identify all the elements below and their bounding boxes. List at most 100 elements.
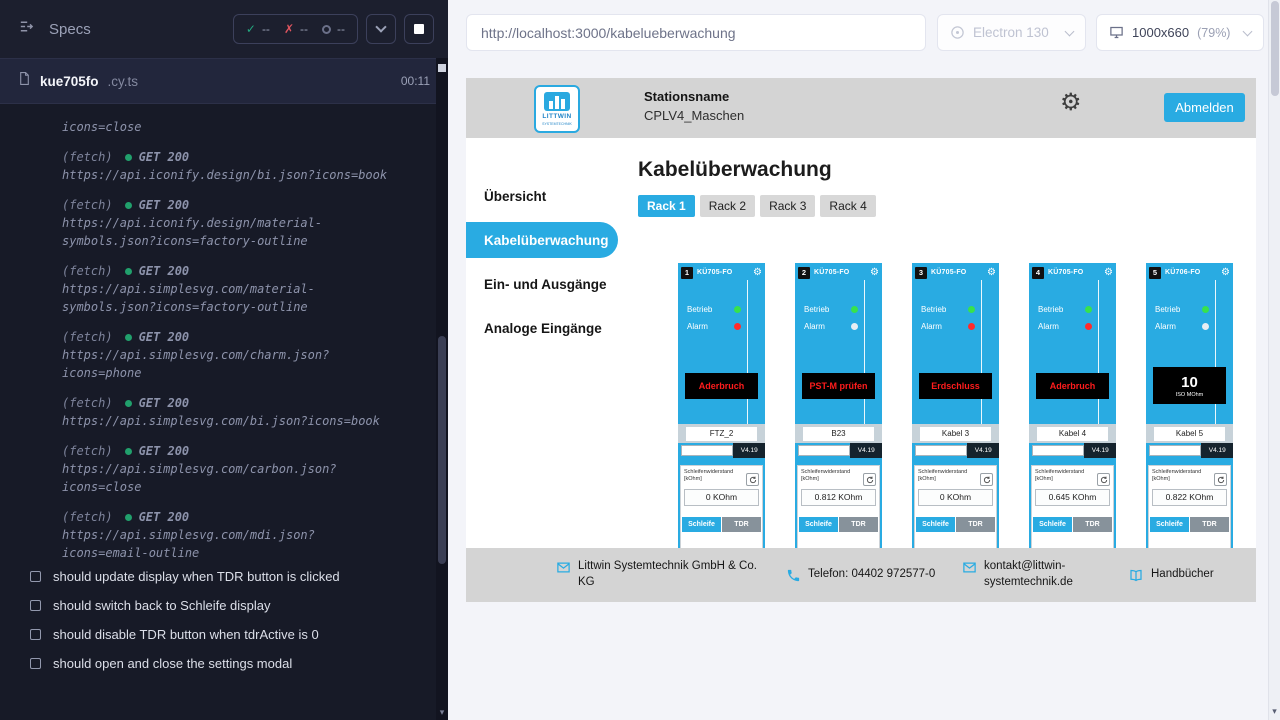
schleife-button[interactable]: Schleife (1150, 517, 1189, 532)
schleife-button[interactable]: Schleife (682, 517, 721, 532)
scroll-down-arrow[interactable]: ▾ (436, 707, 448, 718)
sidebar-item[interactable]: Kabelüberwachung (466, 222, 618, 258)
sidebar-item[interactable]: Übersicht (466, 174, 638, 218)
test-item[interactable]: should disable TDR button when tdrActive… (0, 620, 436, 649)
log-entry[interactable]: (fetch)GET 200 https://api.simplesvg.com… (62, 442, 436, 496)
refresh-button[interactable] (1214, 473, 1227, 486)
sidebar-item-label: Übersicht (484, 189, 546, 204)
viewport-select[interactable]: 1000x660 (79%) (1096, 14, 1264, 51)
alarm-label: Alarm (1155, 322, 1176, 331)
window-scrollbar-thumb[interactable] (1271, 1, 1279, 96)
test-list: should update display when TDR button is… (0, 562, 436, 678)
spec-name[interactable]: kue705fo (40, 74, 99, 89)
card-header: 3 KÜ705-FO ⚙ (912, 263, 999, 280)
status-ok-dot (125, 448, 132, 455)
test-item[interactable]: should open and close the settings modal (0, 649, 436, 678)
scroll-top-button[interactable] (438, 64, 446, 72)
tdr-button[interactable]: TDR (1073, 517, 1112, 532)
footer-contact-text: Telefon: 04402 972577-0 (808, 567, 936, 583)
schleife-button[interactable]: Schleife (916, 517, 955, 532)
refresh-button[interactable] (1097, 473, 1110, 486)
check-icon: ✓ (246, 22, 256, 36)
footer-contact-item[interactable]: Handbücher (1128, 567, 1214, 583)
specs-list-toggle-icon[interactable] (18, 18, 35, 40)
browser-select[interactable]: Electron 130 (937, 14, 1086, 51)
log-continuation: icons=close (62, 118, 392, 136)
alarm-label: Alarm (687, 322, 708, 331)
device-settings-icon[interactable]: ⚙ (870, 268, 879, 278)
device-settings-icon[interactable]: ⚙ (1221, 268, 1230, 278)
firmware-version: V4.19 (967, 443, 999, 458)
schleife-button[interactable]: Schleife (799, 517, 838, 532)
tdr-button[interactable]: TDR (1190, 517, 1229, 532)
url-input[interactable] (466, 14, 926, 51)
status-text: Aderbruch (1050, 381, 1096, 391)
email-icon (556, 560, 571, 575)
specs-title: Specs (49, 21, 91, 38)
test-item[interactable]: should switch back to Schleife display (0, 591, 436, 620)
status-ok-dot (125, 400, 132, 407)
stat-pending: -- (322, 22, 345, 36)
mode-buttons: Schleife TDR (1033, 517, 1112, 532)
log-entry[interactable]: (fetch)GET 200 https://api.simplesvg.com… (62, 394, 436, 430)
reporter-scrollbar[interactable]: ▾ (436, 58, 448, 720)
book-icon (1128, 568, 1144, 583)
version-row: V4.19 (1146, 443, 1233, 458)
alarm-status-led (851, 323, 858, 330)
log-entry[interactable]: (fetch)GET 200 https://api.iconify.desig… (62, 148, 436, 184)
rack-tab[interactable]: Rack 3 (760, 195, 815, 217)
log-entry[interactable]: (fetch)GET 200 https://api.simplesvg.com… (62, 508, 436, 562)
footer-contact-item[interactable]: Littwin Systemtechnik GmbH & Co. KG (556, 559, 760, 590)
reporter-scrollbar-thumb[interactable] (438, 336, 446, 564)
device-settings-icon[interactable]: ⚙ (987, 268, 996, 278)
refresh-button[interactable] (746, 473, 759, 486)
device-settings-icon[interactable]: ⚙ (1104, 268, 1113, 278)
window-scrollbar[interactable]: ▾ (1268, 0, 1280, 720)
device-card: 2 KÜ705-FO ⚙ Betrieb Alarm (795, 263, 882, 593)
tdr-button[interactable]: TDR (956, 517, 995, 532)
footer-contact-item[interactable]: kontakt@littwin-systemtechnik.de (962, 559, 1102, 590)
status-text: 10 (1181, 374, 1198, 391)
scroll-down-arrow[interactable]: ▾ (1269, 706, 1280, 717)
tdr-button[interactable]: TDR (839, 517, 878, 532)
rack-tab[interactable]: Rack 1 (638, 195, 695, 217)
log-entry[interactable]: (fetch)GET 200 https://api.simplesvg.com… (62, 262, 436, 316)
device-number: 1 (681, 267, 693, 279)
stop-icon (414, 24, 424, 34)
refresh-button[interactable] (863, 473, 876, 486)
measurement-value: 0.645 KOhm (1035, 489, 1110, 506)
card-header: 5 KÜ706-FO ⚙ (1146, 263, 1233, 280)
log-entry[interactable]: (fetch)GET 200 https://api.iconify.desig… (62, 196, 436, 250)
log-entry[interactable]: icons=close (62, 118, 436, 136)
schleife-button[interactable]: Schleife (1033, 517, 1072, 532)
rack-tab[interactable]: Rack 4 (820, 195, 875, 217)
rack-tab[interactable]: Rack 2 (700, 195, 755, 217)
fetch-label: (fetch) (62, 198, 113, 212)
tdr-button[interactable]: TDR (722, 517, 761, 532)
device-model: KÜ705-FO (697, 269, 732, 276)
sidebar-item[interactable]: Analoge Eingänge (466, 306, 638, 350)
collapse-stats-button[interactable] (366, 14, 396, 44)
test-title: should update display when TDR button is… (53, 569, 340, 584)
electron-icon (950, 25, 965, 40)
test-item[interactable]: should update display when TDR button is… (0, 562, 436, 591)
sidebar-item[interactable]: Ein- und Ausgänge (466, 262, 638, 306)
stop-run-button[interactable] (404, 14, 434, 44)
logout-button[interactable]: Abmelden (1164, 93, 1245, 122)
firmware-version: V4.19 (733, 443, 765, 458)
device-settings-icon[interactable]: ⚙ (753, 268, 762, 278)
status-text: Aderbruch (699, 381, 745, 391)
viewport-size: 1000x660 (1132, 25, 1189, 40)
refresh-button[interactable] (980, 473, 993, 486)
alarm-label: Alarm (1038, 322, 1059, 331)
footer-contact-item[interactable]: Telefon: 04402 972577-0 (786, 567, 936, 583)
spec-header: kue705fo .cy.ts 00:11 (0, 58, 448, 104)
measurement-value: 0 KOhm (684, 489, 759, 506)
settings-gear-icon[interactable]: ⚙ (1060, 91, 1082, 115)
fetch-label: (fetch) (62, 510, 113, 524)
betrieb-status-led (968, 306, 975, 313)
log-entry[interactable]: (fetch)GET 200 https://api.simplesvg.com… (62, 328, 436, 382)
card-divider (981, 280, 982, 425)
http-status: GET 200 (139, 396, 190, 410)
betrieb-label: Betrieb (921, 305, 946, 314)
